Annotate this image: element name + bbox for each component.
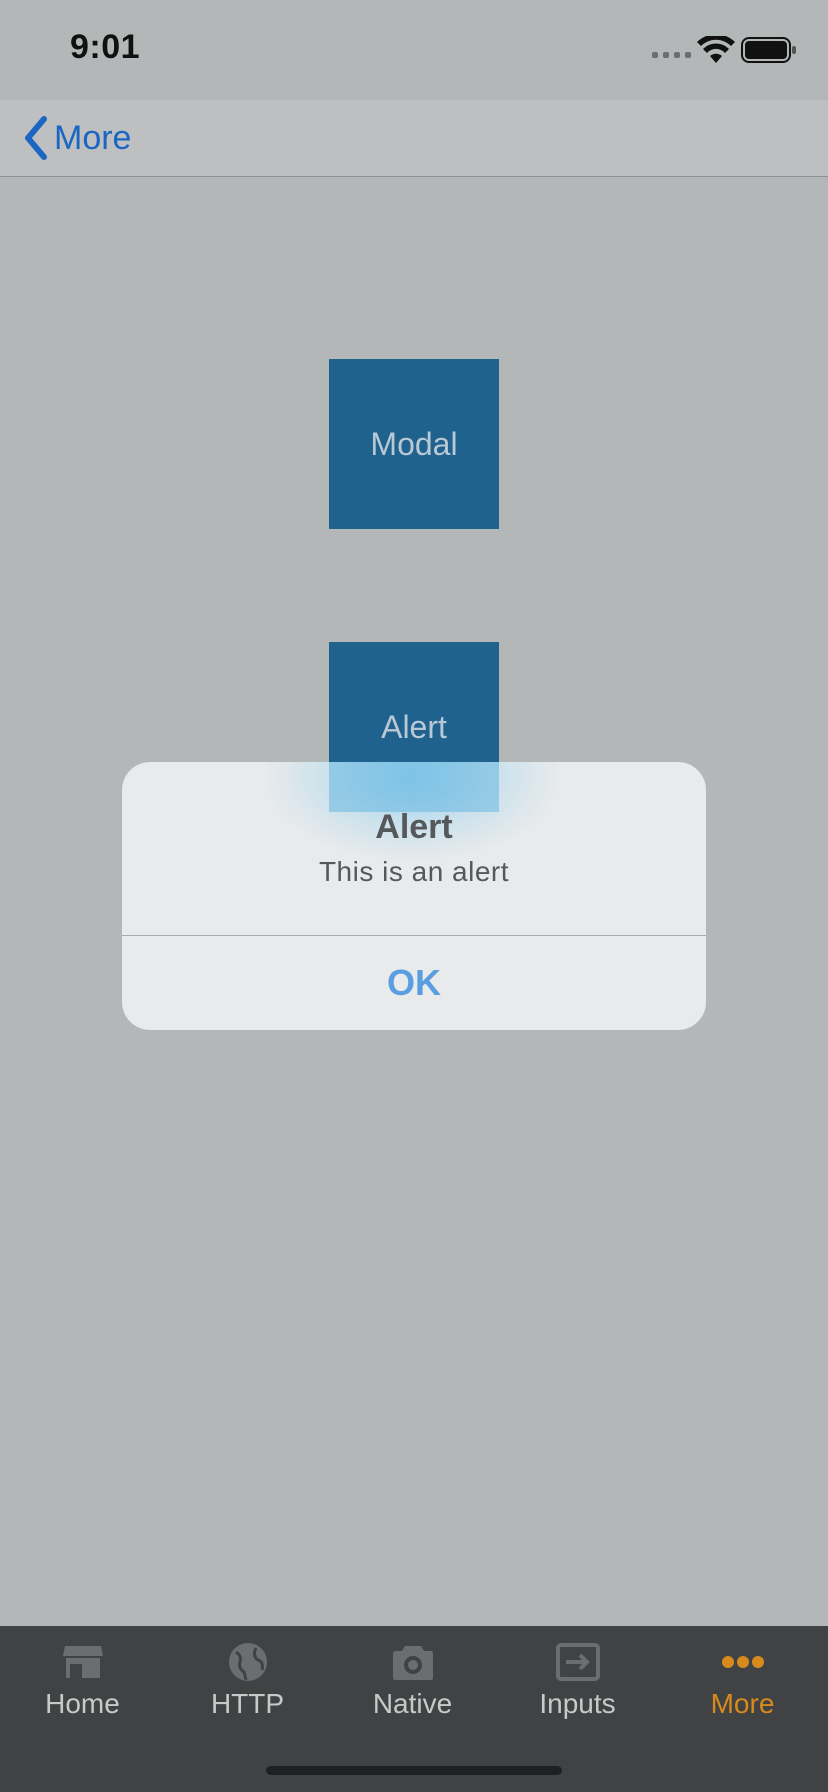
tab-home-label: Home	[45, 1688, 120, 1719]
tab-inputs[interactable]: Inputs	[495, 1626, 660, 1736]
more-icon	[721, 1656, 764, 1668]
wifi-icon	[697, 36, 735, 63]
screen: 9:01 More Modal Alert Alert This is an a…	[0, 0, 828, 1792]
cellular-signal-icon	[652, 52, 691, 58]
back-button-label: More	[54, 118, 132, 157]
tab-home[interactable]: Home	[0, 1626, 165, 1736]
back-button[interactable]: More	[22, 110, 131, 166]
alert-ok-button[interactable]: OK	[122, 936, 706, 1030]
tab-more-label: More	[710, 1688, 775, 1719]
modal-button[interactable]: Modal	[329, 359, 499, 529]
status-time: 9:01	[70, 28, 141, 66]
tab-http-label: HTTP	[210, 1688, 285, 1719]
alert-button-overlap	[329, 762, 499, 812]
tab-native[interactable]: Native	[330, 1626, 495, 1736]
alert-title: Alert	[375, 808, 453, 846]
chevron-left-icon	[25, 116, 47, 160]
battery-icon	[741, 37, 796, 63]
status-bar: 9:01	[0, 0, 828, 100]
home-indicator[interactable]	[266, 1766, 562, 1775]
alert-message: This is an alert	[318, 856, 510, 887]
input-icon	[555, 1643, 600, 1681]
camera-icon	[392, 1646, 433, 1680]
tab-inputs-label: Inputs	[539, 1688, 616, 1719]
tab-native-label: Native	[372, 1688, 453, 1719]
tab-more[interactable]: More	[660, 1626, 825, 1736]
tab-http[interactable]: HTTP	[165, 1626, 330, 1736]
store-icon	[62, 1646, 103, 1678]
globe-icon	[228, 1643, 267, 1681]
navigation-bar: More	[0, 100, 828, 177]
